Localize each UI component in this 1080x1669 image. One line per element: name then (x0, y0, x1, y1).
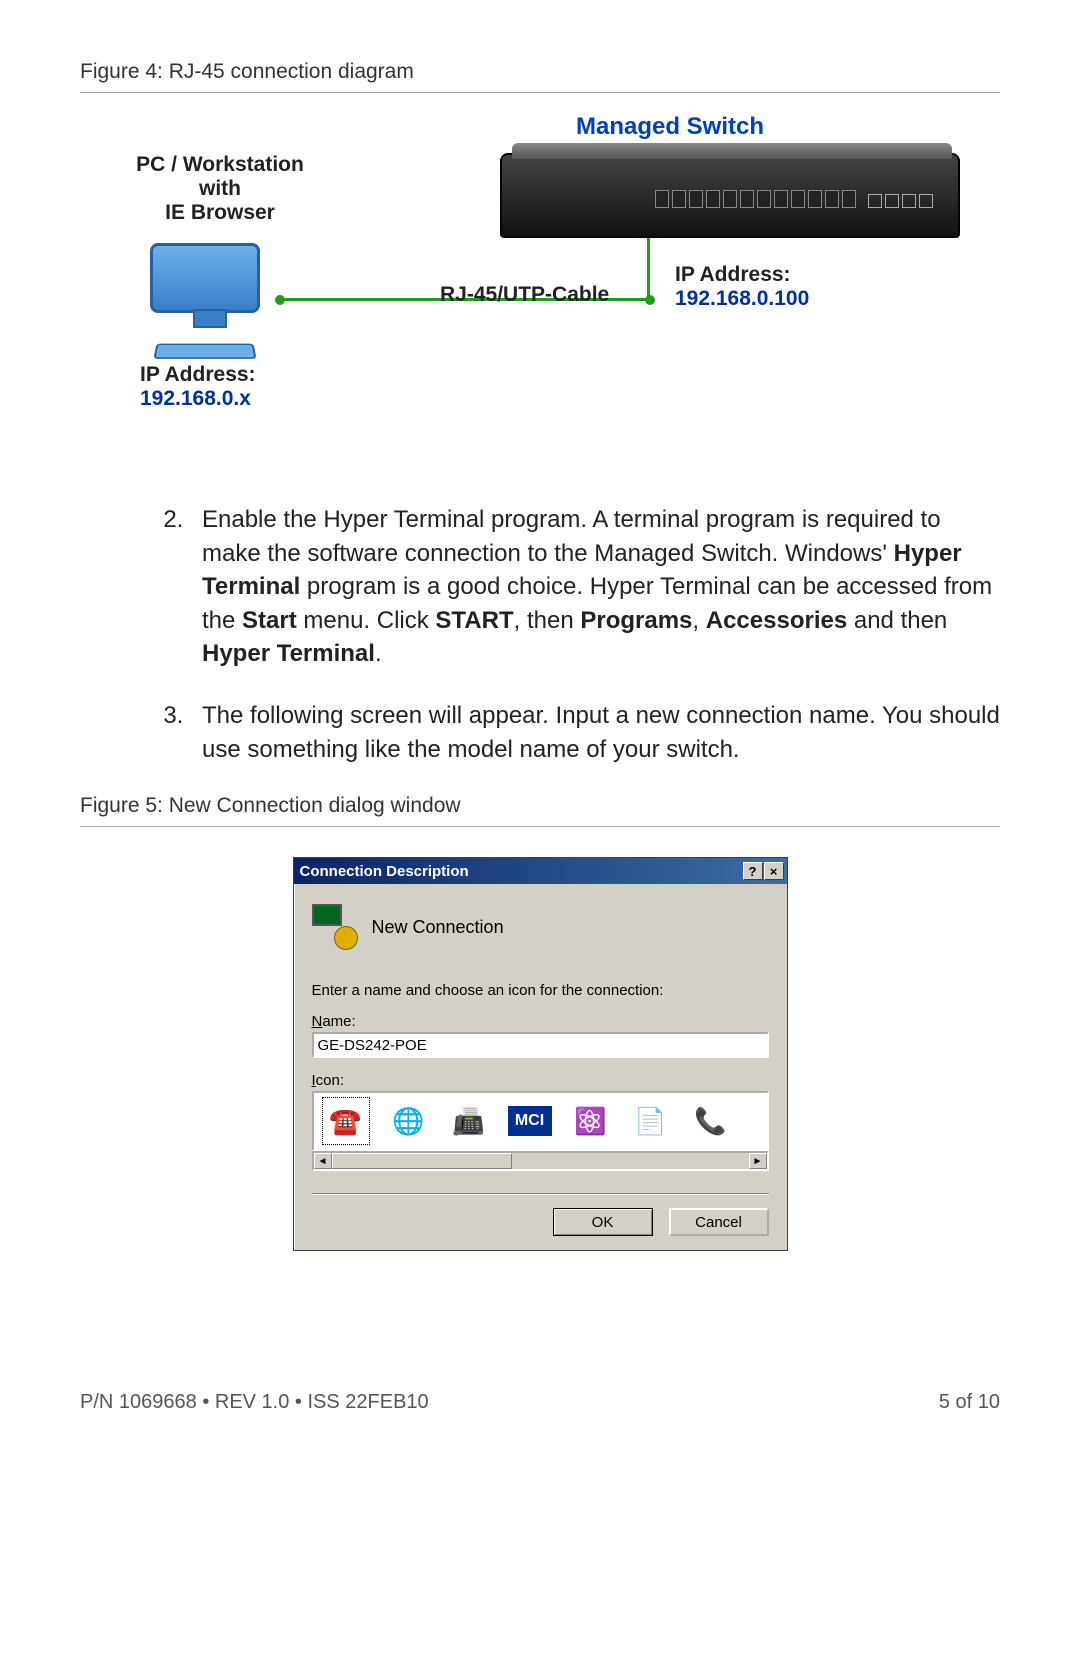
pc-ip-value: 192.168.0.x (140, 387, 256, 411)
figure4-caption: Figure 4: RJ-45 connection diagram (80, 60, 1000, 84)
t: Enable the Hyper Terminal program. A ter… (202, 506, 941, 567)
instruction-list: Enable the Hyper Terminal program. A ter… (190, 503, 1000, 766)
t: and then (847, 607, 947, 634)
switch-ip-value: 192.168.0.100 (675, 287, 809, 311)
scroll-left-button[interactable]: ◄ (314, 1153, 332, 1169)
help-button[interactable]: ? (743, 862, 763, 880)
t: Programs (580, 607, 692, 634)
hyperterminal-icon (312, 904, 358, 950)
switch-ip-block: IP Address: 192.168.0.100 (675, 263, 809, 311)
dialog-titlebar[interactable]: Connection Description ? × (294, 858, 787, 884)
footer-left: P/N 1069668 • REV 1.0 • ISS 22FEB10 (80, 1391, 429, 1414)
cable-line-vertical (647, 238, 650, 301)
icon-option-selected[interactable]: ☎️ (322, 1097, 370, 1145)
phone-red-icon: ☎️ (325, 1100, 367, 1142)
managed-switch-label: Managed Switch (540, 113, 800, 141)
cancel-button[interactable]: Cancel (669, 1208, 769, 1236)
icon-label: Icon: (312, 1072, 769, 1089)
cable-label: RJ-45/UTP-Cable (440, 283, 609, 307)
t: . (375, 640, 382, 667)
mci-icon[interactable]: MCI (508, 1106, 552, 1136)
footer-right: 5 of 10 (939, 1391, 1000, 1414)
pc-workstation-label: PC / Workstation with IE Browser (120, 153, 320, 225)
ok-button[interactable]: OK (553, 1208, 653, 1236)
pc-graphic (150, 243, 260, 313)
pc-ip-block: IP Address: 192.168.0.x (140, 363, 256, 411)
figure4-rule (80, 92, 1000, 93)
figure5-caption: Figure 5: New Connection dialog window (80, 794, 1000, 818)
globe-icon[interactable]: 🌐 (388, 1100, 430, 1142)
step-2: Enable the Hyper Terminal program. A ter… (190, 503, 1000, 671)
close-button[interactable]: × (764, 862, 784, 880)
connection-description-dialog: Connection Description ? × New Connectio… (293, 857, 788, 1251)
scroll-right-button[interactable]: ► (749, 1153, 767, 1169)
pc-label-line3: IE Browser (120, 201, 320, 225)
t: START (435, 607, 513, 634)
pc-label-line2: with (120, 177, 320, 201)
name-label-rest: ame: (322, 1013, 355, 1030)
step-3: The following screen will appear. Input … (190, 699, 1000, 766)
icon-scrollbar[interactable]: ◄ ► (312, 1151, 769, 1171)
t: Accessories (706, 607, 847, 634)
dialog-heading: New Connection (372, 917, 504, 938)
name-label: Name: (312, 1013, 769, 1030)
name-label-key: N (312, 1013, 323, 1030)
t: , then (514, 607, 581, 634)
keyboard-icon (153, 344, 256, 359)
figure5-rule (80, 826, 1000, 827)
dialog-title: Connection Description (300, 863, 469, 880)
t: Hyper Terminal (202, 640, 375, 667)
t: , (692, 607, 705, 634)
switch-ports-icon (655, 190, 933, 208)
switch-ip-label: IP Address: (675, 263, 809, 287)
dialog-instruction: Enter a name and choose an icon for the … (312, 982, 769, 999)
name-input[interactable] (312, 1032, 769, 1058)
fax-icon[interactable]: 📠 (448, 1100, 490, 1142)
atom-icon[interactable]: ⚛️ (570, 1100, 612, 1142)
phone2-icon[interactable]: 📞 (690, 1100, 732, 1142)
figure4-diagram: Managed Switch PC / Workstation with IE … (80, 123, 1000, 463)
t: Start (242, 607, 297, 634)
pc-ip-label: IP Address: (140, 363, 256, 387)
icon-label-rest: con: (316, 1072, 344, 1089)
notepad-icon[interactable]: 📄 (630, 1100, 672, 1142)
monitor-icon (150, 243, 260, 313)
icon-picker[interactable]: ☎️ 🌐 📠 MCI ⚛️ 📄 📞 (312, 1091, 769, 1151)
switch-graphic (500, 153, 960, 238)
scroll-thumb[interactable] (332, 1153, 512, 1169)
t: menu. Click (297, 607, 436, 634)
pc-label-line1: PC / Workstation (120, 153, 320, 177)
